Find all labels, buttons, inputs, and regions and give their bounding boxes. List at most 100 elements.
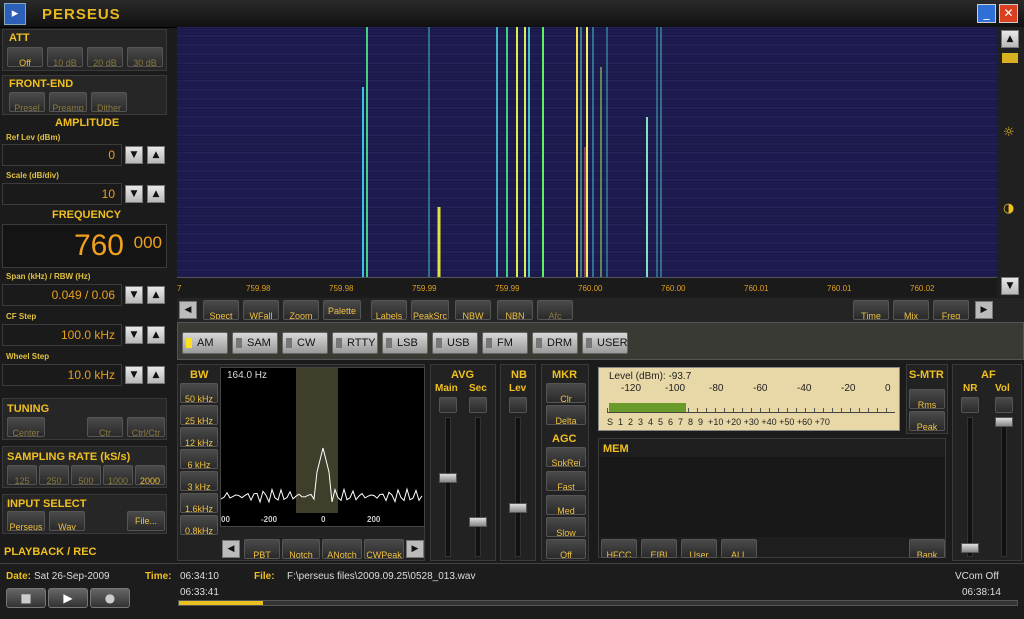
toolbar-right-icon[interactable]: ▶ [975, 301, 993, 319]
spect-button[interactable]: Spect [203, 300, 239, 320]
bw-25khz-button[interactable]: 25 kHz [180, 405, 218, 425]
filter-left-icon[interactable]: ◀ [222, 540, 240, 558]
waterfall-display[interactable] [177, 27, 997, 277]
nbw-button[interactable]: NBW [455, 300, 491, 320]
af-vol-slider[interactable] [995, 417, 1013, 427]
mkr-delta-button[interactable]: Delta [546, 405, 586, 425]
dither-button[interactable]: Dither [91, 92, 127, 112]
labels-button[interactable]: Labels [371, 300, 407, 320]
ctr-button[interactable]: Ctr [87, 417, 123, 437]
bw-50khz-button[interactable]: 50 kHz [180, 383, 218, 403]
avg-sec-button[interactable] [469, 397, 487, 413]
frequency-scale[interactable]: 7 759.98 759.98 759.99 759.99 760.00 760.00 760… [177, 277, 997, 296]
mode-rtty-button[interactable]: RTTY [332, 332, 378, 354]
att-30db-button[interactable]: 30 dB [127, 47, 163, 67]
file-button[interactable]: File... [127, 511, 165, 531]
af-nr-slider[interactable] [961, 543, 979, 553]
cfstep-down-icon[interactable]: ▼ [125, 326, 143, 344]
agc-fast-button[interactable]: Fast [546, 471, 586, 491]
filter-right-icon[interactable]: ▶ [406, 540, 424, 558]
nbn-button[interactable]: NBN [497, 300, 533, 320]
brightness-icon[interactable]: ☼ [1003, 125, 1015, 140]
mode-cw-button[interactable]: CW [282, 332, 328, 354]
wheelstep-down-icon[interactable]: ▼ [125, 366, 143, 384]
scale-down-icon[interactable]: ▼ [125, 185, 143, 203]
sr-250-button[interactable]: 250 [39, 465, 69, 485]
pbt-button[interactable]: PBT [244, 539, 280, 559]
scale-field[interactable]: 10 [2, 183, 122, 205]
app-icon[interactable]: ▸ [4, 3, 26, 25]
mem-bank-button[interactable]: Bank [909, 539, 945, 558]
anotch-button[interactable]: ANotch [322, 539, 362, 559]
wfall-button[interactable]: WFall [243, 300, 279, 320]
preamp-button[interactable]: Preamp [49, 92, 87, 112]
mem-all-button[interactable]: ALL [721, 539, 757, 558]
bw-0-8khz-button[interactable]: 0.8kHz [180, 515, 218, 535]
zoom-button[interactable]: Zoom [283, 300, 319, 320]
avg-main-slider[interactable] [439, 473, 457, 483]
wheelstep-field[interactable]: 10.0 kHz [2, 364, 122, 386]
notch-button[interactable]: Notch [282, 539, 320, 559]
cfstep-field[interactable]: 100.0 kHz [2, 324, 122, 346]
frequency-display[interactable]: 760 000 [2, 224, 167, 268]
minimize-button[interactable]: _ [977, 4, 996, 23]
bw-12khz-button[interactable]: 12 kHz [180, 427, 218, 447]
agc-med-button[interactable]: Med [546, 495, 586, 515]
smtr-rms-button[interactable]: Rms [909, 389, 945, 409]
bw-3khz-button[interactable]: 3 kHz [180, 471, 218, 491]
bw-1-6khz-button[interactable]: 1.6kHz [180, 493, 218, 513]
contrast-icon[interactable]: ◑ [1003, 201, 1014, 216]
stop-icon[interactable]: ■ [6, 588, 46, 608]
avg-sec-slider[interactable] [469, 517, 487, 527]
sr-1000-button[interactable]: 1000 [103, 465, 133, 485]
scroll-up-icon[interactable]: ▲ [1001, 30, 1019, 48]
att-20db-button[interactable]: 20 dB [87, 47, 123, 67]
wheelstep-up-icon[interactable]: ▲ [147, 366, 165, 384]
scroll-down-icon[interactable]: ▼ [1001, 277, 1019, 295]
af-nr-button[interactable] [961, 397, 979, 413]
close-button[interactable]: ✕ [999, 4, 1018, 23]
agc-slow-button[interactable]: Slow [546, 517, 586, 537]
cfstep-up-icon[interactable]: ▲ [147, 326, 165, 344]
af-vol-button[interactable] [995, 397, 1013, 413]
presel-button[interactable]: Presel [9, 92, 45, 112]
span-up-icon[interactable]: ▲ [147, 286, 165, 304]
scale-up-icon[interactable]: ▲ [147, 185, 165, 203]
mode-sam-button[interactable]: SAM [232, 332, 278, 354]
sr-500-button[interactable]: 500 [71, 465, 101, 485]
ctrl-ctr-button[interactable]: Ctrl/Ctr [127, 417, 165, 437]
mode-lsb-button[interactable]: LSB [382, 332, 428, 354]
freq-button[interactable]: Freq [933, 300, 969, 320]
time-button[interactable]: Time [853, 300, 889, 320]
reflev-field[interactable]: 0 [2, 144, 122, 166]
mode-user-button[interactable]: USER [582, 332, 628, 354]
smtr-peak-button[interactable]: Peak [909, 411, 945, 431]
mode-drm-button[interactable]: DRM [532, 332, 578, 354]
center-button[interactable]: Center [7, 417, 45, 437]
play-icon[interactable]: ▶ [48, 588, 88, 608]
input-perseus-button[interactable]: Perseus [7, 511, 45, 531]
afc-button[interactable]: Afc [537, 300, 573, 320]
cwpeak-button[interactable]: CWPeak [364, 539, 404, 559]
sr-2000-button[interactable]: 2000 [135, 465, 165, 485]
toolbar-left-icon[interactable]: ◀ [179, 301, 197, 319]
att-10db-button[interactable]: 10 dB [47, 47, 83, 67]
memory-list[interactable] [599, 457, 945, 537]
span-down-icon[interactable]: ▼ [125, 286, 143, 304]
reflev-up-icon[interactable]: ▲ [147, 146, 165, 164]
playback-progress-track[interactable] [178, 600, 1018, 606]
bw-6khz-button[interactable]: 6 kHz [180, 449, 218, 469]
mode-usb-button[interactable]: USB [432, 332, 478, 354]
span-field[interactable]: 0.049 / 0.06 [2, 284, 122, 306]
mem-hfcc-button[interactable]: HFCC [601, 539, 637, 558]
mode-fm-button[interactable]: FM [482, 332, 528, 354]
att-off-button[interactable]: Off [7, 47, 43, 67]
mix-button[interactable]: Mix [893, 300, 929, 320]
filter-spectrum[interactable]: 164.0 Hz 00 -200 0 200 [220, 367, 425, 527]
agc-spkrej-button[interactable]: SpkRej [546, 447, 586, 467]
sr-125-button[interactable]: 125 [7, 465, 37, 485]
peaksrc-button[interactable]: PeakSrc [411, 300, 449, 320]
mem-eibi-button[interactable]: EIBI [641, 539, 677, 558]
reflev-down-icon[interactable]: ▼ [125, 146, 143, 164]
speed-slider-thumb[interactable] [1002, 53, 1018, 63]
